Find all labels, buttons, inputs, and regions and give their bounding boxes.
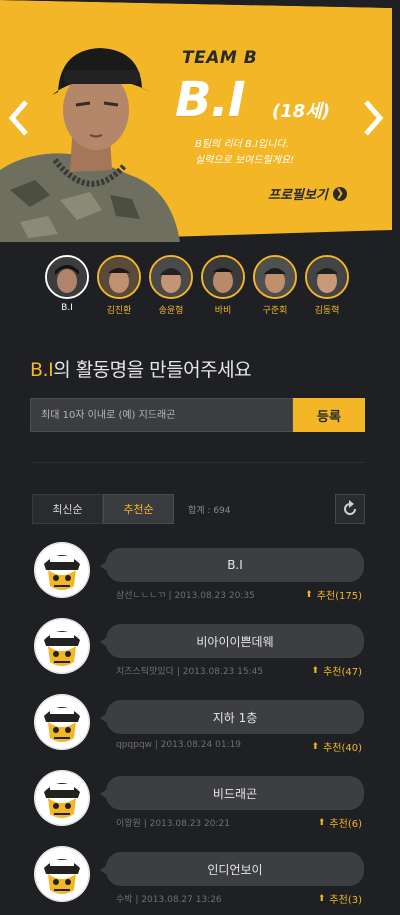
entry-date: 2013.08.24 01:19 [160,740,242,750]
entry-author: 치즈스틱맛있다 [116,667,174,677]
member-tab-kimdonghyuk[interactable]: 김동혁 [304,255,350,316]
entry-date: 2013.08.23 15:45 [182,667,264,677]
suggestion-name: 비아이이쁜데웨 [100,624,364,658]
sort-latest-tab[interactable]: 최신순 [32,494,103,524]
profile-link-label: 프로필보기 [268,188,328,203]
arrow-up-icon: ⬆ [311,741,320,752]
entry-author: 이왕원 [116,819,141,829]
list-item: 지하 1층 qpqpqw | 2013.08.24 01:19 ⬆ 추천(40) [0,694,400,760]
recommend-count: 추천(3) [329,895,362,906]
member-tab-kimjinhwan[interactable]: 김진환 [96,255,142,316]
tagline-line-2: 실력으로 보여드릴게요! [195,155,295,166]
avatar [34,770,90,826]
title-rest: 의 활동명을 만들어주세요 [53,359,252,381]
member-tab-songyunhyeong[interactable]: 송윤형 [148,255,194,316]
avatar [305,255,349,299]
recommend-button[interactable]: ⬆ 추천(47) [311,663,362,679]
section-title: B.I의 활동명을 만들어주세요 [30,355,252,382]
previous-arrow-icon[interactable] [4,96,34,140]
suggestion-name: B.I [100,548,364,582]
member-tab-bi[interactable]: B.I [44,255,90,313]
entry-meta: 삼선ㄴㄴㄴㄲ | 2013.08.23 20:35 [116,591,255,601]
avatar [149,255,193,299]
member-label: 김동혁 [314,306,340,316]
list-item: B.I 삼선ㄴㄴㄴㄲ | 2013.08.23 20:35 ⬆ 추천(175) [0,542,400,608]
avatar [34,694,90,750]
avatar [201,255,245,299]
entry-meta: 치즈스틱맛있다 | 2013.08.23 15:45 [116,667,264,677]
activity-name-input[interactable] [30,398,293,432]
arrow-up-icon: ⬆ [317,817,326,828]
recommend-button[interactable]: ⬆ 추천(6) [317,815,362,831]
entry-date: 2013.08.23 20:21 [149,819,230,829]
hero-banner: TEAM B B.I (18세) B팀의 리더 B.I입니다. 실력으로 보여드… [0,0,400,242]
title-highlight: B.I [30,359,54,381]
recommend-count: 추천(175) [316,591,362,602]
avatar [34,542,90,598]
member-label: B.I [61,303,73,313]
recommend-count: 추천(6) [329,819,362,830]
submit-button[interactable]: 등록 [293,398,365,432]
entry-author: 수박 [116,895,133,905]
entry-author: 삼선ㄴㄴㄴㄲ [116,591,166,601]
entry-meta: 수박 | 2013.08.27 13:26 [116,895,222,905]
list-item: 비아이이쁜데웨 치즈스틱맛있다 | 2013.08.23 15:45 ⬆ 추천(4… [0,618,400,684]
recommend-button[interactable]: ⬆ 추천(175) [305,587,362,603]
member-tab-bobby[interactable]: 바비 [200,255,246,316]
sort-tabs: 최신순 추천순 [32,494,174,524]
suggestion-name: 인디언보이 [100,852,364,886]
entry-date: 2013.08.23 20:35 [174,591,255,601]
recommend-button[interactable]: ⬆ 추천(40) [311,739,362,755]
chevron-right-icon: ❯ [332,186,347,201]
member-label: 김진환 [106,306,132,316]
arrow-up-icon: ⬆ [305,589,313,600]
name-submit-form: 등록 [30,398,365,432]
member-tab-koojunhoe[interactable]: 구준회 [252,255,298,316]
recommend-count: 추천(47) [323,667,362,678]
recommend-button[interactable]: ⬆ 추천(3) [317,891,362,907]
tagline-line-1: B팀의 리더 B.I입니다. [195,139,289,150]
suggestion-name: 비드래곤 [100,776,364,810]
entry-author: qpqpqw [116,740,152,750]
entry-meta: qpqpqw | 2013.08.24 01:19 [116,740,242,750]
avatar [45,255,89,299]
member-selector: B.I 김진환 송윤형 바비 구준회 김동혁 [44,255,364,317]
avatar [34,846,90,902]
divider [30,462,365,463]
member-label: 바비 [214,306,232,316]
arrow-up-icon: ⬆ [311,665,320,676]
list-item: 비드래곤 이왕원 | 2013.08.23 20:21 ⬆ 추천(6) [0,770,400,836]
entry-meta: 이왕원 | 2013.08.23 20:21 [116,819,230,829]
total-count: 합계 : 694 [188,506,231,516]
member-name: B.I [175,72,246,128]
arrow-up-icon: ⬆ [317,893,326,904]
member-age: (18세) [272,101,331,122]
avatar [253,255,297,299]
suggestion-name: 지하 1층 [100,700,364,734]
refresh-button[interactable] [335,494,365,524]
next-arrow-icon[interactable] [358,96,388,140]
member-tagline: B팀의 리더 B.I입니다. 실력으로 보여드릴게요! [195,137,335,169]
sort-recommended-tab[interactable]: 추천순 [103,494,174,524]
avatar [34,618,90,674]
avatar [97,255,141,299]
profile-link[interactable]: 프로필보기 ❯ [268,184,347,203]
team-label: TEAM B [182,48,258,68]
recommend-count: 추천(40) [323,743,362,754]
refresh-icon [344,500,356,515]
list-item: 인디언보이 수박 | 2013.08.27 13:26 ⬆ 추천(3) [0,846,400,912]
entry-date: 2013.08.27 13:26 [141,895,222,905]
member-label: 구준회 [262,306,288,316]
member-label: 송윤형 [158,306,184,316]
